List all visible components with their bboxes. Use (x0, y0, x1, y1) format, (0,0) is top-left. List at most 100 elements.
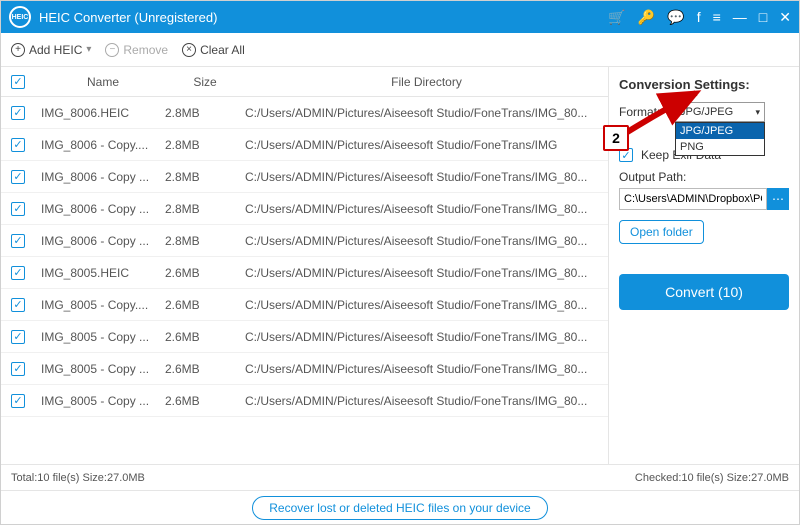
footer: Recover lost or deleted HEIC files on yo… (1, 490, 799, 524)
row-checkbox[interactable]: ✓ (11, 202, 25, 216)
minus-icon: − (105, 43, 119, 57)
titlebar: HEIC HEIC Converter (Unregistered) 🛒 🔑 💬… (1, 1, 799, 33)
x-icon: × (182, 43, 196, 57)
menu-icon[interactable]: ≡ (713, 9, 721, 25)
table-row[interactable]: ✓ IMG_8006 - Copy ...2.8MBC:/Users/ADMIN/… (1, 225, 608, 257)
header-directory[interactable]: File Directory (245, 75, 608, 89)
cell-size: 2.8MB (165, 170, 245, 184)
convert-button[interactable]: Convert (10) (619, 274, 789, 310)
cell-name: IMG_8005 - Copy ... (35, 330, 165, 344)
cell-directory: C:/Users/ADMIN/Pictures/Aiseesoft Studio… (245, 298, 608, 312)
table-row[interactable]: ✓ IMG_8005.HEIC2.6MBC:/Users/ADMIN/Pictur… (1, 257, 608, 289)
open-folder-button[interactable]: Open folder (619, 220, 704, 244)
clear-all-label: Clear All (200, 43, 245, 57)
cell-directory: C:/Users/ADMIN/Pictures/Aiseesoft Studio… (245, 394, 608, 408)
table-row[interactable]: ✓ IMG_8006.HEIC2.8MBC:/Users/ADMIN/Pictur… (1, 97, 608, 129)
key-icon[interactable]: 🔑 (638, 9, 655, 26)
chat-icon[interactable]: 💬 (667, 9, 684, 26)
cell-directory: C:/Users/ADMIN/Pictures/Aiseesoft Studio… (245, 266, 608, 280)
recover-link[interactable]: Recover lost or deleted HEIC files on yo… (252, 496, 547, 520)
table-header: ✓ Name Size File Directory (1, 67, 608, 97)
format-selected-value: JPG/JPEG (680, 106, 733, 118)
cell-directory: C:/Users/ADMIN/Pictures/Aiseesoft Studio… (245, 106, 608, 120)
file-table: ✓ Name Size File Directory ✓ IMG_8006.HEI… (1, 67, 609, 464)
status-checked: Checked:10 file(s) Size:27.0MB (635, 472, 789, 484)
plus-icon: + (11, 43, 25, 57)
table-row[interactable]: ✓ IMG_8005 - Copy ...2.6MBC:/Users/ADMIN/… (1, 321, 608, 353)
facebook-icon[interactable]: f (697, 9, 701, 25)
table-row[interactable]: ✓ IMG_8005 - Copy....2.6MBC:/Users/ADMIN/… (1, 289, 608, 321)
chevron-down-icon[interactable]: ▾ (86, 44, 91, 55)
row-checkbox[interactable]: ✓ (11, 330, 25, 344)
format-select[interactable]: JPG/JPEG ▾ (675, 102, 765, 122)
cell-size: 2.6MB (165, 362, 245, 376)
cell-size: 2.8MB (165, 234, 245, 248)
cell-size: 2.8MB (165, 202, 245, 216)
row-checkbox[interactable]: ✓ (11, 362, 25, 376)
cell-name: IMG_8006 - Copy ... (35, 202, 165, 216)
cell-name: IMG_8006 - Copy ... (35, 170, 165, 184)
cell-name: IMG_8006 - Copy.... (35, 138, 165, 152)
row-checkbox[interactable]: ✓ (11, 138, 25, 152)
header-size[interactable]: Size (165, 75, 245, 89)
settings-panel: Conversion Settings: Format: JPG/JPEG ▾ … (609, 67, 799, 464)
format-option-jpg[interactable]: JPG/JPEG (676, 123, 764, 139)
cell-name: IMG_8005 - Copy ... (35, 362, 165, 376)
row-checkbox[interactable]: ✓ (11, 170, 25, 184)
row-checkbox[interactable]: ✓ (11, 234, 25, 248)
table-row[interactable]: ✓ IMG_8005 - Copy ...2.6MBC:/Users/ADMIN/… (1, 353, 608, 385)
close-icon[interactable]: ✕ (779, 9, 791, 26)
content-area: ✓ Name Size File Directory ✓ IMG_8006.HEI… (1, 67, 799, 464)
format-label: Format: (619, 105, 671, 119)
clear-all-button[interactable]: × Clear All (182, 43, 245, 57)
cell-name: IMG_8006.HEIC (35, 106, 165, 120)
row-checkbox[interactable]: ✓ (11, 298, 25, 312)
toolbar: + Add HEIC ▾ − Remove × Clear All (1, 33, 799, 67)
cell-directory: C:/Users/ADMIN/Pictures/Aiseesoft Studio… (245, 362, 608, 376)
remove-button[interactable]: − Remove (105, 43, 168, 57)
table-row[interactable]: ✓ IMG_8006 - Copy ...2.8MBC:/Users/ADMIN/… (1, 193, 608, 225)
output-path-input[interactable] (619, 188, 767, 210)
cart-icon[interactable]: 🛒 (608, 9, 625, 26)
table-row[interactable]: ✓ IMG_8006 - Copy....2.8MBC:/Users/ADMIN/… (1, 129, 608, 161)
format-dropdown: JPG/JPEG PNG (675, 122, 765, 156)
chevron-down-icon: ▾ (755, 107, 760, 118)
cell-size: 2.6MB (165, 394, 245, 408)
window-title: HEIC Converter (Unregistered) (39, 10, 608, 25)
cell-size: 2.8MB (165, 138, 245, 152)
cell-directory: C:/Users/ADMIN/Pictures/Aiseesoft Studio… (245, 138, 608, 152)
cell-name: IMG_8005.HEIC (35, 266, 165, 280)
annotation-badge: 2 (603, 125, 629, 151)
output-path-label: Output Path: (619, 170, 789, 184)
remove-label: Remove (123, 43, 168, 57)
select-all-checkbox[interactable]: ✓ (11, 75, 25, 89)
cell-size: 2.8MB (165, 106, 245, 120)
cell-directory: C:/Users/ADMIN/Pictures/Aiseesoft Studio… (245, 330, 608, 344)
cell-size: 2.6MB (165, 266, 245, 280)
add-heic-label: Add HEIC (29, 43, 82, 57)
cell-directory: C:/Users/ADMIN/Pictures/Aiseesoft Studio… (245, 234, 608, 248)
row-checkbox[interactable]: ✓ (11, 106, 25, 120)
cell-size: 2.6MB (165, 330, 245, 344)
app-logo-icon: HEIC (9, 6, 31, 28)
header-name[interactable]: Name (35, 75, 165, 89)
add-heic-button[interactable]: + Add HEIC ▾ (11, 43, 91, 57)
cell-directory: C:/Users/ADMIN/Pictures/Aiseesoft Studio… (245, 202, 608, 216)
row-checkbox[interactable]: ✓ (11, 394, 25, 408)
minimize-icon[interactable]: — (733, 9, 747, 25)
row-checkbox[interactable]: ✓ (11, 266, 25, 280)
status-bar: Total:10 file(s) Size:27.0MB Checked:10 … (1, 464, 799, 490)
table-body: ✓IMG_8006.HEIC2.8MBC:/Users/ADMIN/Pictur… (1, 97, 608, 417)
cell-directory: C:/Users/ADMIN/Pictures/Aiseesoft Studio… (245, 170, 608, 184)
browse-button[interactable]: ⋯ (767, 188, 789, 210)
format-option-png[interactable]: PNG (676, 139, 764, 155)
cell-size: 2.6MB (165, 298, 245, 312)
cell-name: IMG_8005 - Copy ... (35, 394, 165, 408)
maximize-icon[interactable]: □ (759, 9, 767, 25)
table-row[interactable]: ✓ IMG_8005 - Copy ...2.6MBC:/Users/ADMIN/… (1, 385, 608, 417)
cell-name: IMG_8006 - Copy ... (35, 234, 165, 248)
status-total: Total:10 file(s) Size:27.0MB (11, 472, 145, 484)
table-row[interactable]: ✓ IMG_8006 - Copy ...2.8MBC:/Users/ADMIN/… (1, 161, 608, 193)
settings-heading: Conversion Settings: (619, 77, 789, 92)
cell-name: IMG_8005 - Copy.... (35, 298, 165, 312)
